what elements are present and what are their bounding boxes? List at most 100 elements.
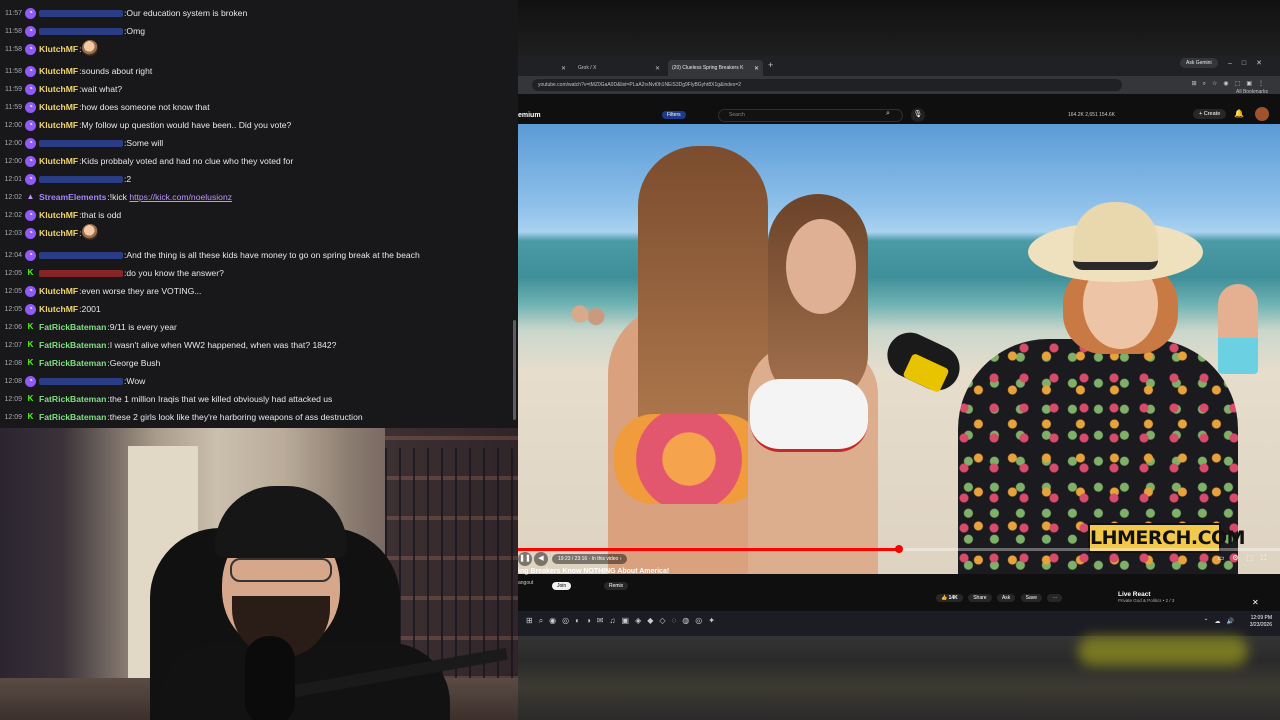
chat-timestamp: 12:02: [4, 193, 22, 201]
system-tray[interactable]: ⌃☁🔊: [1204, 618, 1241, 625]
close-icon[interactable]: ✕: [561, 65, 566, 72]
share-button[interactable]: Share: [968, 594, 992, 602]
chat-timestamp: 12:07: [4, 341, 22, 349]
url-input[interactable]: youtube.com/watch?v=tMZ0GaA0D&list=PLaA2…: [532, 79, 1122, 91]
chat-username[interactable]: KlutchMF: [39, 120, 78, 130]
extension-icons[interactable]: ⊞⌕☆◉⬚▣⋮: [1192, 80, 1270, 88]
streamer-glasses: [230, 558, 332, 582]
chat-username[interactable]: KlutchMF: [39, 304, 78, 314]
chat-text: wait what?: [82, 84, 123, 94]
chat-text: these 2 girls look like they're harborin…: [110, 412, 363, 422]
search-input[interactable]: Search: [718, 109, 903, 122]
chat-message: 11:58 ◔ KlutchMF: sounds about right: [0, 62, 518, 80]
kick-badge-icon: K: [27, 340, 34, 349]
progress-bar[interactable]: [518, 545, 1280, 553]
kick-badge-icon: K: [27, 268, 34, 277]
close-icon[interactable]: ✕: [655, 65, 660, 72]
chat-username[interactable]: KlutchMF: [39, 102, 78, 112]
window-controls[interactable]: –□✕: [1228, 59, 1272, 67]
player-right-controls[interactable]: ▭⚙⬚⛶: [1218, 554, 1274, 563]
chat-timestamp: 12:00: [4, 121, 22, 129]
host-hat-crown: [1073, 202, 1158, 270]
chat-message: 11:58 ◔ KlutchMF:: [0, 40, 518, 58]
search-icon[interactable]: ⌕: [886, 110, 890, 118]
channel-name[interactable]: angout: [518, 580, 533, 586]
twitch-badge-icon: ◔: [25, 83, 36, 95]
chat-username[interactable]: [39, 27, 123, 35]
chat-text: sounds about right: [82, 66, 153, 76]
chat-link[interactable]: https://kick.com/noelusionz: [129, 192, 232, 202]
chat-text: 9/11 is every year: [110, 322, 177, 332]
kick-badge-icon: K: [27, 394, 34, 403]
chat-timestamp: 11:59: [5, 85, 22, 93]
avatar[interactable]: [1255, 107, 1269, 121]
twitch-badge-icon: ◔: [25, 7, 36, 19]
like-button[interactable]: 👍 14K: [936, 594, 963, 602]
in-this-video[interactable]: In this video: [592, 556, 619, 562]
chat-text-content: George Bush: [109, 358, 161, 368]
chat-username[interactable]: KlutchMF: [39, 210, 78, 220]
chat-text: I wasn't alive when WW2 happened, when w…: [110, 340, 337, 350]
close-icon[interactable]: ✕: [1252, 598, 1259, 607]
chat-username[interactable]: KlutchMF: [39, 84, 78, 94]
chat-timestamp: 11:58: [5, 27, 22, 35]
chat-username[interactable]: FatRickBateman: [39, 394, 106, 404]
chat-username[interactable]: [39, 251, 123, 259]
tab-grok[interactable]: Grok / X ✕: [574, 60, 664, 76]
volume-icon[interactable]: ◀: [534, 552, 548, 566]
chat-username[interactable]: KlutchMF: [39, 44, 78, 54]
chat-scrollbar[interactable]: [513, 320, 516, 420]
chat-username[interactable]: [39, 377, 123, 385]
chat-username[interactable]: [39, 269, 123, 277]
voice-search-icon[interactable]: 🎙: [911, 108, 925, 122]
clock-time: 12:09 PM: [1250, 615, 1272, 621]
tab-youtube[interactable]: (20) Clueless Spring Breakers K ✕: [668, 60, 763, 76]
bot-badge-icon: ▲: [26, 192, 35, 201]
taskbar-clock[interactable]: 12:09 PM 3/23/2026: [1250, 615, 1272, 629]
more-icon[interactable]: ⋯: [1047, 594, 1063, 602]
twitch-badge-icon: ◔: [25, 101, 36, 113]
emote-icon: [81, 224, 98, 240]
all-bookmarks[interactable]: All Bookmarks: [1236, 89, 1268, 95]
join-button[interactable]: Join: [552, 582, 572, 590]
chat-username[interactable]: [39, 175, 123, 183]
ask-button[interactable]: Ask: [996, 594, 1016, 602]
chat-timestamp: 12:05: [4, 269, 22, 277]
twitch-badge-icon: ◔: [25, 137, 36, 149]
background-people: [568, 304, 608, 354]
video-player[interactable]: LHMERCH.COM: [518, 124, 1280, 574]
chat-text-content: My follow up question would have been.. …: [81, 120, 292, 130]
create-button[interactable]: + Create: [1193, 109, 1227, 119]
chat-username[interactable]: FatRickBateman: [39, 340, 106, 350]
chat-text: do you know the answer?: [126, 268, 223, 278]
chat-username[interactable]: StreamElements: [39, 192, 106, 202]
chat-username[interactable]: KlutchMF: [39, 156, 78, 166]
chat-username[interactable]: KlutchMF: [39, 66, 78, 76]
youtube-logo[interactable]: emium: [518, 112, 541, 119]
address-bar: youtube.com/watch?v=tMZ0GaA0D&list=PLaA2…: [518, 76, 1280, 94]
chat-username[interactable]: FatRickBateman: [39, 412, 106, 422]
chat-text-content: Wow: [126, 376, 146, 386]
remix-button[interactable]: Remix: [604, 582, 629, 590]
pause-icon[interactable]: ❚❚: [518, 552, 532, 566]
chat-username[interactable]: [39, 9, 123, 17]
chat-text-content: the 1 million Iraqis that we killed obvi…: [109, 394, 333, 404]
chat-username[interactable]: KlutchMF: [39, 286, 78, 296]
chat-text-content: 9/11 is every year: [109, 322, 177, 332]
chat-username[interactable]: FatRickBateman: [39, 358, 106, 368]
progress-fill: [518, 548, 899, 551]
save-button[interactable]: Save: [1020, 594, 1043, 602]
close-icon[interactable]: ✕: [754, 65, 759, 72]
tab-1[interactable]: ✕: [528, 60, 570, 76]
new-tab-icon[interactable]: +: [768, 60, 773, 70]
ask-gemini-button[interactable]: Ask Gemini: [1180, 58, 1218, 68]
notifications-icon[interactable]: 🔔: [1234, 109, 1244, 118]
webcam-feed: [0, 428, 518, 720]
channel-stats: 164.2K 2,651 154.6K: [1068, 112, 1115, 118]
twitch-badge-icon: ◔: [25, 375, 36, 387]
chat-username[interactable]: [39, 139, 123, 147]
chat-username[interactable]: KlutchMF: [39, 228, 78, 238]
chat-username[interactable]: FatRickBateman: [39, 322, 106, 332]
filters-button[interactable]: Filters: [662, 111, 686, 119]
taskbar-app-icons[interactable]: ⊞⌕◉◎◐◑✉♫▣◈◆◇◌◍◎✦: [526, 616, 721, 626]
